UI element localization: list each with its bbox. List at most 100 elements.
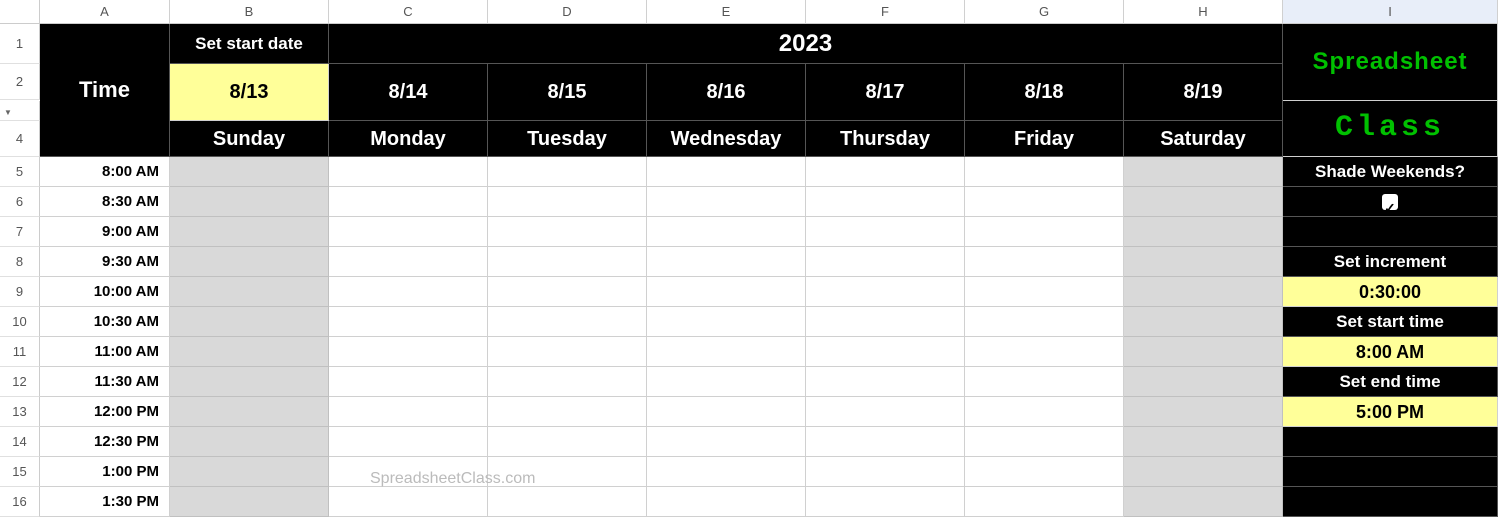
cell-sat-16[interactable] <box>1124 487 1283 517</box>
cell-mon-11[interactable] <box>329 337 488 367</box>
cell-fri-10[interactable] <box>965 307 1124 337</box>
cell-sat-14[interactable] <box>1124 427 1283 457</box>
cell-tue-13[interactable] <box>488 397 647 427</box>
cell-wed-7[interactable] <box>647 217 806 247</box>
cell-fri-16[interactable] <box>965 487 1124 517</box>
shade-weekends-checkbox[interactable] <box>1283 187 1498 217</box>
cell-fri-6[interactable] <box>965 187 1124 217</box>
time-0830[interactable]: 8:30 AM <box>40 187 170 217</box>
row-header-1[interactable]: 1 <box>0 24 40 64</box>
date-thu[interactable]: 8/17 <box>806 64 965 121</box>
end-time-input[interactable]: 5:00 PM <box>1283 397 1498 427</box>
col-header-G[interactable]: G <box>965 0 1124 24</box>
day-tue[interactable]: Tuesday <box>488 121 647 157</box>
cell-fri-7[interactable] <box>965 217 1124 247</box>
row-header-14[interactable]: 14 <box>0 427 40 457</box>
cell-thu-14[interactable] <box>806 427 965 457</box>
time-0930[interactable]: 9:30 AM <box>40 247 170 277</box>
time-1200[interactable]: 12:00 PM <box>40 397 170 427</box>
cell-sun-13[interactable] <box>170 397 329 427</box>
side-blank-7[interactable] <box>1283 217 1498 247</box>
cell-wed-16[interactable] <box>647 487 806 517</box>
cell-fri-11[interactable] <box>965 337 1124 367</box>
cell-sat-7[interactable] <box>1124 217 1283 247</box>
row-header-12[interactable]: 12 <box>0 367 40 397</box>
day-sun[interactable]: Sunday <box>170 121 329 157</box>
time-1230[interactable]: 12:30 PM <box>40 427 170 457</box>
cell-fri-14[interactable] <box>965 427 1124 457</box>
date-fri[interactable]: 8/18 <box>965 64 1124 121</box>
year-label[interactable]: 2023 <box>329 24 1283 64</box>
cell-tue-12[interactable] <box>488 367 647 397</box>
cell-tue-14[interactable] <box>488 427 647 457</box>
cell-mon-8[interactable] <box>329 247 488 277</box>
col-header-D[interactable]: D <box>488 0 647 24</box>
cell-sun-11[interactable] <box>170 337 329 367</box>
cell-mon-16[interactable] <box>329 487 488 517</box>
cell-tue-11[interactable] <box>488 337 647 367</box>
cell-tue-15[interactable] <box>488 457 647 487</box>
cell-sun-15[interactable] <box>170 457 329 487</box>
time-1130[interactable]: 11:30 AM <box>40 367 170 397</box>
cell-wed-14[interactable] <box>647 427 806 457</box>
day-mon[interactable]: Monday <box>329 121 488 157</box>
row-header-10[interactable]: 10 <box>0 307 40 337</box>
time-1030[interactable]: 10:30 AM <box>40 307 170 337</box>
cell-mon-7[interactable] <box>329 217 488 247</box>
cell-sun-10[interactable] <box>170 307 329 337</box>
cell-fri-9[interactable] <box>965 277 1124 307</box>
row-header-8[interactable]: 8 <box>0 247 40 277</box>
collapse-down-icon[interactable]: ▼ <box>4 103 12 123</box>
cell-mon-13[interactable] <box>329 397 488 427</box>
row-header-11[interactable]: 11 <box>0 337 40 367</box>
col-header-A[interactable]: A <box>40 0 170 24</box>
day-thu[interactable]: Thursday <box>806 121 965 157</box>
cell-sun-8[interactable] <box>170 247 329 277</box>
cell-mon-14[interactable] <box>329 427 488 457</box>
cell-tue-7[interactable] <box>488 217 647 247</box>
start-time-input[interactable]: 8:00 AM <box>1283 337 1498 367</box>
row-header-6[interactable]: 6 <box>0 187 40 217</box>
col-header-B[interactable]: B <box>170 0 329 24</box>
cell-tue-10[interactable] <box>488 307 647 337</box>
cell-thu-15[interactable] <box>806 457 965 487</box>
increment-input[interactable]: 0:30:00 <box>1283 277 1498 307</box>
col-header-E[interactable]: E <box>647 0 806 24</box>
row-header-2[interactable]: 2 <box>0 64 40 100</box>
cell-sat-8[interactable] <box>1124 247 1283 277</box>
cell-thu-8[interactable] <box>806 247 965 277</box>
cell-sat-5[interactable] <box>1124 157 1283 187</box>
checkbox-icon[interactable] <box>1382 194 1398 210</box>
start-date-input[interactable]: 8/13 <box>170 64 329 121</box>
side-blank-14[interactable] <box>1283 427 1498 457</box>
time-1100[interactable]: 11:00 AM <box>40 337 170 367</box>
date-tue[interactable]: 8/15 <box>488 64 647 121</box>
col-header-I[interactable]: I <box>1283 0 1498 24</box>
date-mon[interactable]: 8/14 <box>329 64 488 121</box>
time-label[interactable]: Time <box>40 24 170 157</box>
day-sat[interactable]: Saturday <box>1124 121 1283 157</box>
cell-mon-15[interactable] <box>329 457 488 487</box>
cell-wed-6[interactable] <box>647 187 806 217</box>
cell-sun-6[interactable] <box>170 187 329 217</box>
cell-tue-8[interactable] <box>488 247 647 277</box>
row-header-13[interactable]: 13 <box>0 397 40 427</box>
cell-wed-8[interactable] <box>647 247 806 277</box>
cell-thu-5[interactable] <box>806 157 965 187</box>
cell-wed-10[interactable] <box>647 307 806 337</box>
cell-tue-9[interactable] <box>488 277 647 307</box>
row-header-5[interactable]: 5 <box>0 157 40 187</box>
cell-sat-12[interactable] <box>1124 367 1283 397</box>
col-header-F[interactable]: F <box>806 0 965 24</box>
cell-thu-16[interactable] <box>806 487 965 517</box>
cell-tue-6[interactable] <box>488 187 647 217</box>
cell-sat-10[interactable] <box>1124 307 1283 337</box>
col-header-H[interactable]: H <box>1124 0 1283 24</box>
cell-sun-7[interactable] <box>170 217 329 247</box>
cell-sat-11[interactable] <box>1124 337 1283 367</box>
time-1000[interactable]: 10:00 AM <box>40 277 170 307</box>
cell-thu-10[interactable] <box>806 307 965 337</box>
cell-wed-15[interactable] <box>647 457 806 487</box>
time-0800[interactable]: 8:00 AM <box>40 157 170 187</box>
cell-wed-9[interactable] <box>647 277 806 307</box>
